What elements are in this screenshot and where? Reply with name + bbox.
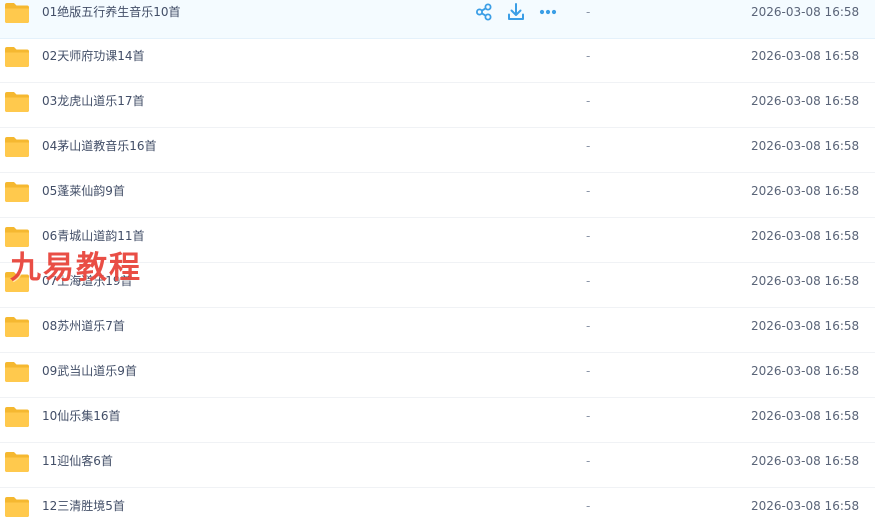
folder-icon — [5, 47, 29, 67]
file-size: - — [586, 139, 591, 153]
file-size: - — [586, 49, 591, 63]
file-size: - — [586, 5, 591, 19]
download-icon[interactable] — [506, 2, 526, 22]
folder-icon — [5, 317, 29, 337]
file-modified-time: 2026-03-08 16:58 — [751, 499, 860, 513]
file-size: - — [586, 409, 591, 423]
folder-icon — [5, 362, 29, 382]
file-modified-time: 2026-03-08 16:58 — [751, 319, 860, 333]
folder-icon — [5, 137, 29, 157]
file-name[interactable]: 03龙虎山道乐17首 — [42, 92, 145, 110]
file-size: - — [586, 229, 591, 243]
folder-icon — [5, 92, 29, 112]
file-row[interactable]: 05蓬莱仙韵9首 - 2026-03-08 16:58 — [0, 174, 875, 218]
file-size: - — [586, 499, 591, 513]
folder-icon — [5, 452, 29, 472]
file-modified-time: 2026-03-08 16:58 — [751, 49, 860, 63]
file-modified-time: 2026-03-08 16:58 — [751, 229, 860, 243]
folder-icon — [5, 407, 29, 427]
file-row[interactable]: 02天师府功课14首 - 2026-03-08 16:58 — [0, 39, 875, 83]
file-name[interactable]: 10仙乐集16首 — [42, 407, 121, 425]
file-size: - — [586, 319, 591, 333]
file-size: - — [586, 94, 591, 108]
file-size: - — [586, 454, 591, 468]
file-name[interactable]: 02天师府功课14首 — [42, 47, 145, 65]
folder-icon — [5, 3, 29, 23]
file-modified-time: 2026-03-08 16:58 — [751, 94, 860, 108]
share-icon[interactable] — [474, 2, 494, 22]
file-row[interactable]: 12三清胜境5首 - 2026-03-08 16:58 — [0, 489, 875, 526]
file-row[interactable]: 04茅山道教音乐16首 - 2026-03-08 16:58 — [0, 129, 875, 173]
file-name[interactable]: 04茅山道教音乐16首 — [42, 137, 157, 155]
folder-icon — [5, 182, 29, 202]
file-name[interactable]: 09武当山道乐9首 — [42, 362, 137, 380]
file-modified-time: 2026-03-08 16:58 — [751, 5, 860, 19]
watermark: 九易教程 — [10, 250, 142, 286]
file-name[interactable]: 12三清胜境5首 — [42, 497, 125, 515]
file-name[interactable]: 01绝版五行养生音乐10首 — [42, 3, 181, 21]
file-row[interactable]: 03龙虎山道乐17首 - 2026-03-08 16:58 — [0, 84, 875, 128]
file-row[interactable]: 08苏州道乐7首 - 2026-03-08 16:58 — [0, 309, 875, 353]
file-row[interactable]: 09武当山道乐9首 - 2026-03-08 16:58 — [0, 354, 875, 398]
file-modified-time: 2026-03-08 16:58 — [751, 274, 860, 288]
file-name[interactable]: 05蓬莱仙韵9首 — [42, 182, 125, 200]
file-name[interactable]: 08苏州道乐7首 — [42, 317, 125, 335]
file-modified-time: 2026-03-08 16:58 — [751, 364, 860, 378]
file-name[interactable]: 11迎仙客6首 — [42, 452, 113, 470]
file-modified-time: 2026-03-08 16:58 — [751, 184, 860, 198]
folder-icon — [5, 497, 29, 517]
file-row[interactable]: 01绝版五行养生音乐10首 - 2026-03-08 16:58 — [0, 0, 875, 39]
file-size: - — [586, 364, 591, 378]
file-row[interactable]: 10仙乐集16首 - 2026-03-08 16:58 — [0, 399, 875, 443]
file-modified-time: 2026-03-08 16:58 — [751, 454, 860, 468]
file-size: - — [586, 274, 591, 288]
more-icon[interactable] — [538, 2, 558, 22]
file-size: - — [586, 184, 591, 198]
file-modified-time: 2026-03-08 16:58 — [751, 409, 860, 423]
file-row[interactable]: 11迎仙客6首 - 2026-03-08 16:58 — [0, 444, 875, 488]
file-modified-time: 2026-03-08 16:58 — [751, 139, 860, 153]
